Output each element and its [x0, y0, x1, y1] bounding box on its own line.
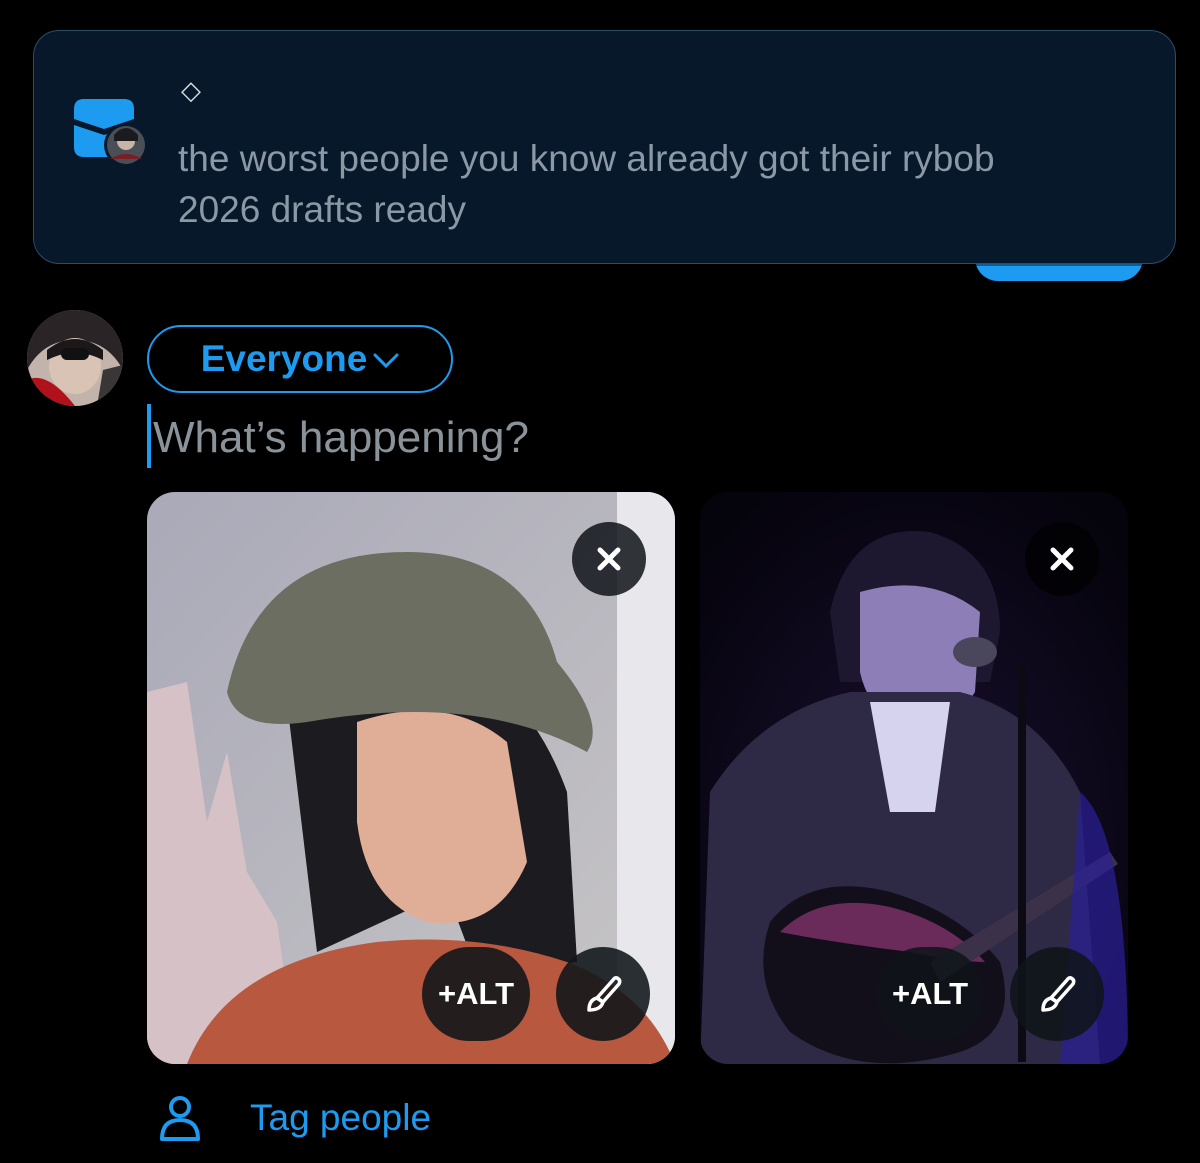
- audience-selector[interactable]: Everyone: [147, 325, 453, 393]
- avatar[interactable]: [27, 310, 123, 406]
- close-icon: [1050, 547, 1074, 571]
- add-alt-text-button[interactable]: +ALT: [422, 947, 530, 1041]
- media-attachment-2[interactable]: +ALT: [700, 492, 1128, 1064]
- media-attachment-1[interactable]: +ALT: [147, 492, 675, 1064]
- banner-message: the worst people you know already got th…: [178, 138, 995, 230]
- tag-people-button[interactable]: Tag people: [158, 1093, 431, 1143]
- diamond-glyph: ◇: [181, 76, 201, 106]
- remove-media-button[interactable]: [1025, 522, 1099, 596]
- add-alt-text-button[interactable]: +ALT: [876, 947, 984, 1041]
- person-icon: [160, 1096, 200, 1141]
- inbox-tray-icon: [74, 99, 148, 167]
- brush-icon: [587, 976, 622, 1012]
- text-caret: [147, 404, 151, 468]
- edit-media-button[interactable]: [556, 947, 650, 1041]
- chevron-down-icon: [373, 353, 399, 369]
- brush-icon: [1041, 976, 1076, 1012]
- audience-label: Everyone: [200, 338, 368, 379]
- close-icon: [597, 547, 621, 571]
- tag-people-label: Tag people: [250, 1097, 432, 1138]
- remove-media-button[interactable]: [572, 522, 646, 596]
- compose-input[interactable]: What’s happening?: [153, 408, 529, 468]
- edit-media-button[interactable]: [1010, 947, 1104, 1041]
